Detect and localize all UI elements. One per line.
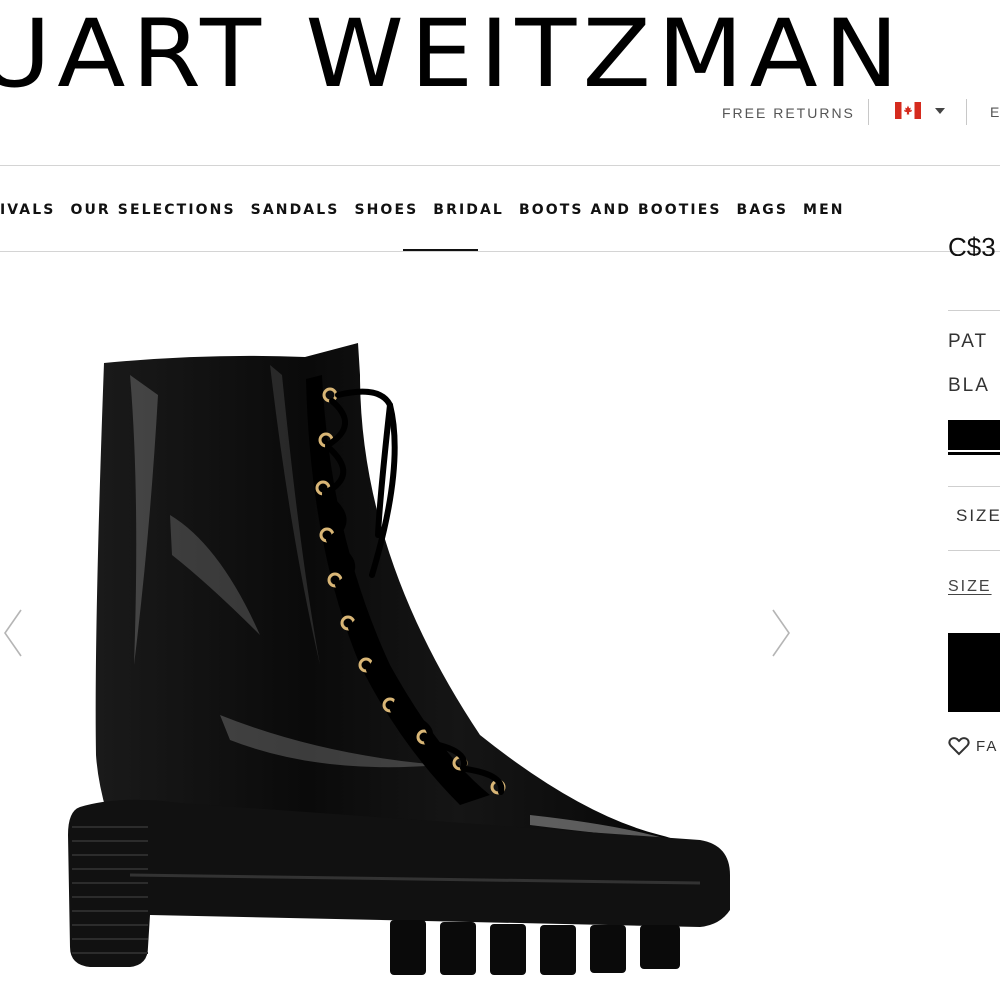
product-color-name: BLA — [948, 375, 990, 396]
canada-flag-icon[interactable] — [895, 102, 921, 119]
details-divider — [948, 486, 1000, 487]
chevron-right-icon[interactable] — [770, 608, 792, 658]
nav-item-new-arrivals[interactable]: IVALS — [0, 200, 55, 220]
add-to-bag-button[interactable] — [948, 633, 1000, 712]
header-divider — [0, 165, 1000, 166]
brand-logo[interactable]: UART WEITZMAN — [0, 8, 905, 102]
heart-icon — [948, 737, 970, 756]
size-select[interactable]: SIZE — [956, 506, 1000, 526]
utility-divider — [966, 99, 967, 125]
product-price: C$3 — [948, 232, 996, 256]
favorite-label: FA — [976, 737, 999, 755]
details-divider — [948, 310, 1000, 311]
free-returns-link[interactable]: FREE RETURNS — [722, 100, 855, 126]
nav-item-our-selections[interactable]: OUR SELECTIONS — [70, 200, 235, 220]
chevron-left-icon[interactable] — [2, 608, 24, 658]
size-guide-link[interactable]: SIZE — [948, 578, 992, 596]
product-image[interactable] — [60, 335, 740, 985]
nav-item-men[interactable]: MEN — [803, 200, 845, 220]
utility-divider — [868, 99, 869, 125]
color-swatch-selected-indicator — [948, 452, 1000, 455]
nav-item-sandals[interactable]: SANDALS — [251, 200, 340, 220]
color-swatch[interactable] — [948, 420, 1000, 450]
product-material: PAT — [948, 331, 989, 352]
nav-item-bags[interactable]: BAGS — [737, 200, 788, 220]
nav-divider — [0, 251, 1000, 252]
language-selector[interactable]: E — [990, 104, 1000, 120]
nav-item-bridal[interactable]: BRIDAL — [433, 200, 504, 220]
nav-item-shoes[interactable]: SHOES — [354, 200, 418, 220]
details-divider — [948, 550, 1000, 551]
favorite-button[interactable]: FA — [948, 736, 998, 756]
chevron-down-icon[interactable] — [935, 108, 945, 114]
nav-item-boots-and-booties[interactable]: BOOTS AND BOOTIES — [519, 200, 722, 220]
main-navigation: IVALS OUR SELECTIONS SANDALS SHOES BRIDA… — [0, 200, 860, 220]
